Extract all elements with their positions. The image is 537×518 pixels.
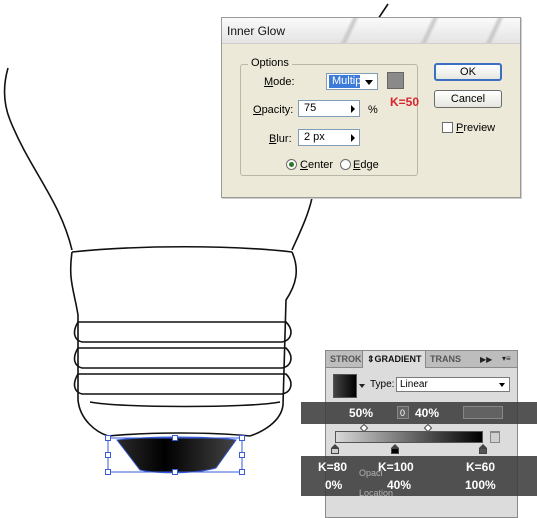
screw-left (69, 251, 109, 437)
bulb-neck (71, 245, 293, 253)
gradient-type-select[interactable]: Linear (396, 377, 510, 392)
chevron-down-icon (365, 80, 373, 85)
stop-right-k: K=60 (466, 460, 496, 474)
mode-label: Mode: (264, 76, 295, 88)
chevron-right-icon[interactable] (351, 134, 355, 142)
stop-right-percent: 100% (465, 478, 496, 492)
blur-label: Blur: (269, 133, 292, 145)
midpoint-left-percent: 50% (349, 406, 374, 420)
opacity-input[interactable]: 75 (298, 100, 360, 117)
midpoint-overlay: 0 50% 40% (301, 402, 537, 424)
screw-right (249, 251, 298, 437)
collapse-panel-icon[interactable]: ▶▶ (480, 355, 492, 364)
preview-label: Preview (456, 122, 496, 134)
stop-left-k: K=80 (318, 460, 348, 474)
bulb-glass-outline (3, 67, 73, 251)
chevron-down-icon (499, 383, 505, 387)
color-stop-right[interactable] (479, 444, 487, 454)
blur-input[interactable]: 2 px (298, 129, 360, 146)
opacity-label: Opacity: (253, 104, 294, 116)
tab-transparency[interactable]: TRANS (430, 351, 462, 368)
thread-bottom (89, 401, 281, 408)
panel-menu-icon[interactable]: ▾≡ (502, 354, 511, 363)
glow-color-swatch[interactable] (387, 72, 404, 89)
bulb-glass-outline-right (291, 197, 313, 251)
inner-glow-dialog: Inner Glow Options Mode: Multiply Opacit… (221, 17, 521, 198)
color-stop-middle[interactable] (391, 444, 399, 454)
center-label: Center (300, 159, 334, 171)
trash-icon[interactable] (490, 431, 500, 443)
gradient-slider-bar[interactable] (335, 431, 483, 443)
base-bottom (107, 432, 251, 437)
stop-left-percent: 0% (325, 478, 343, 492)
k50-annotation: K=50 (390, 95, 420, 109)
tab-updown-icon: ⇕ (367, 354, 375, 364)
thread-1 (73, 321, 292, 343)
angle-field[interactable] (463, 406, 503, 419)
chevron-right-icon[interactable] (351, 105, 355, 113)
dialog-titlebar[interactable]: Inner Glow (222, 18, 520, 44)
options-group-label: Options (248, 57, 292, 69)
color-stop-left[interactable] (331, 444, 339, 454)
tab-gradient[interactable]: ⇕GRADIENT (362, 351, 426, 368)
base-contact-shape (116, 436, 237, 474)
preview-checkbox[interactable] (442, 122, 453, 133)
mode-dropdown-button[interactable] (360, 73, 378, 90)
dialog-title: Inner Glow (227, 24, 286, 38)
thread-2 (73, 347, 292, 369)
edge-radio[interactable] (340, 159, 351, 170)
opacity-unit: % (368, 104, 378, 116)
cancel-button[interactable]: Cancel (434, 90, 502, 108)
small-value-text: 0 (400, 408, 406, 418)
preview-dropdown-icon[interactable] (359, 384, 365, 388)
edge-label: Edge (353, 159, 379, 171)
thread-3 (73, 373, 292, 395)
stop-values-overlay: Opaci Location K=80 K=100 K=60 0% 40% 10… (301, 456, 537, 498)
opacity-value: 75 (304, 102, 317, 114)
blur-value: 2 px (304, 131, 325, 143)
ok-button[interactable]: OK (434, 63, 502, 81)
panel-tabs: STROK ⇕GRADIENT TRANS ▶▶ ▾≡ (326, 351, 517, 368)
center-radio[interactable] (286, 159, 297, 170)
gradient-type-value: Linear (400, 379, 428, 390)
stop-middle-k: K=100 (378, 460, 414, 474)
midpoint-right-percent: 40% (415, 406, 440, 420)
stop-middle-percent: 40% (387, 478, 412, 492)
gradient-preview-swatch[interactable] (333, 374, 357, 398)
tab-stroke[interactable]: STROK (330, 351, 364, 368)
type-label: Type: (370, 379, 395, 390)
